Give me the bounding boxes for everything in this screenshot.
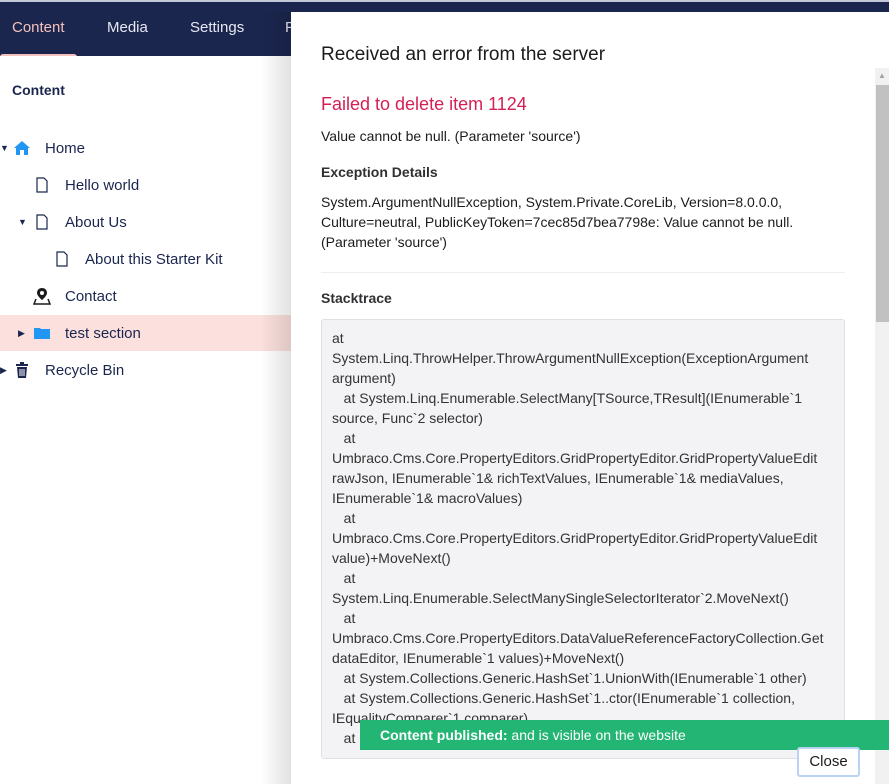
- document-icon: [33, 213, 51, 231]
- dialog-title: Received an error from the server: [321, 44, 606, 65]
- stacktrace-line: at: [332, 610, 356, 626]
- error-message: Value cannot be null. (Parameter 'source…: [321, 128, 581, 144]
- tree-item-contact[interactable]: Contact: [0, 278, 300, 314]
- exception-line: (Parameter 'source'): [321, 234, 447, 250]
- scroll-thumb[interactable]: [876, 85, 889, 322]
- error-dialog: Received an error from the server Failed…: [291, 12, 889, 784]
- folder-icon: [33, 324, 51, 342]
- stacktrace-line: dataEditor, IEnumerable`1 values)+MoveNe…: [332, 650, 625, 666]
- tree-item-test-section[interactable]: ▶ test section: [0, 315, 300, 351]
- stacktrace-line: source, Func`2 selector): [332, 410, 483, 426]
- document-icon: [33, 176, 51, 194]
- tree-item-label: Hello world: [65, 176, 140, 194]
- stacktrace-line: at System.Collections.Generic.HashSet`1.…: [332, 670, 807, 686]
- stacktrace-box[interactable]: at System.Linq.ThrowHelper.ThrowArgumentN…: [321, 319, 845, 759]
- tree-item-label: Recycle Bin: [45, 361, 125, 379]
- exception-line: System.ArgumentNullException, System.Pri…: [321, 194, 783, 210]
- caret-right-icon[interactable]: ▶: [0, 365, 7, 376]
- home-icon: [13, 139, 31, 157]
- stacktrace-line: at System.Linq.Enumerable.SelectMany[TSo…: [332, 390, 802, 406]
- exception-details: System.ArgumentNullException, System.Pri…: [321, 192, 845, 252]
- tree-item-hello-world[interactable]: Hello world: [0, 167, 300, 203]
- content-tree-sidebar: Content ▼ Home Hello world ▼ About Us Ab…: [0, 56, 300, 784]
- stacktrace-line: at: [332, 330, 344, 346]
- stacktrace-line: at: [332, 570, 356, 586]
- overlay-shadow: [260, 12, 292, 784]
- scroll-up-arrow-icon[interactable]: ▲: [875, 68, 889, 84]
- tree-item-recycle-bin[interactable]: ▶ Recycle Bin: [0, 352, 300, 388]
- section-title: Content: [12, 82, 65, 98]
- success-toast[interactable]: Content published: and is visible on the…: [360, 720, 889, 750]
- tree-item-about-us[interactable]: ▼ About Us: [0, 204, 300, 240]
- stacktrace-line: value)+MoveNext(): [332, 550, 451, 566]
- exception-details-label: Exception Details: [321, 164, 438, 180]
- tab-settings[interactable]: Settings: [190, 2, 244, 56]
- error-heading: Failed to delete item 1124: [321, 94, 527, 114]
- tab-media[interactable]: Media: [107, 2, 148, 56]
- caret-down-icon[interactable]: ▼: [0, 143, 9, 153]
- map-pin-icon: [33, 287, 51, 305]
- tree-item-about-starter-kit[interactable]: About this Starter Kit: [0, 241, 300, 277]
- stacktrace-line: argument): [332, 370, 396, 386]
- stacktrace-line: System.Linq.Enumerable.SelectManySingleS…: [332, 590, 789, 606]
- stacktrace-line: IEnumerable`1& macroValues): [332, 490, 523, 506]
- trash-icon: [13, 361, 31, 379]
- tree-item-label: About Us: [65, 213, 127, 231]
- stacktrace-line: Umbraco.Cms.Core.PropertyEditors.GridPro…: [332, 450, 818, 466]
- toast-message: and is visible on the website: [507, 727, 686, 743]
- stacktrace-line: Umbraco.Cms.Core.PropertyEditors.GridPro…: [332, 530, 818, 546]
- tree-item-label: test section: [65, 324, 141, 342]
- close-button[interactable]: Close: [797, 747, 860, 777]
- tree-item-home[interactable]: ▼ Home: [0, 130, 300, 166]
- document-icon: [53, 250, 71, 268]
- stacktrace-line: Umbraco.Cms.Core.PropertyEditors.DataVal…: [332, 630, 824, 646]
- stacktrace-line: System.Linq.ThrowHelper.ThrowArgumentNul…: [332, 350, 809, 366]
- stacktrace-line: at: [332, 510, 356, 526]
- tree-item-label: Contact: [65, 287, 117, 305]
- stacktrace-label: Stacktrace: [321, 290, 392, 306]
- exception-line: Culture=neutral, PublicKeyToken=7cec85d7…: [321, 214, 794, 230]
- caret-down-icon[interactable]: ▼: [18, 217, 27, 227]
- caret-right-icon[interactable]: ▶: [18, 328, 25, 339]
- stacktrace-line: at: [332, 430, 356, 446]
- tab-content[interactable]: Content: [0, 2, 76, 58]
- stacktrace-line: at System.Collections.Generic.HashSet`1.…: [332, 690, 795, 706]
- tree-item-label: Home: [45, 139, 86, 157]
- toast-title: Content published:: [380, 727, 508, 743]
- dialog-scrollbar[interactable]: ▲: [875, 68, 889, 784]
- stacktrace-line: rawJson, IEnumerable`1& richTextValues, …: [332, 470, 784, 486]
- tree-item-label: About this Starter Kit: [85, 250, 223, 268]
- divider: [321, 272, 845, 273]
